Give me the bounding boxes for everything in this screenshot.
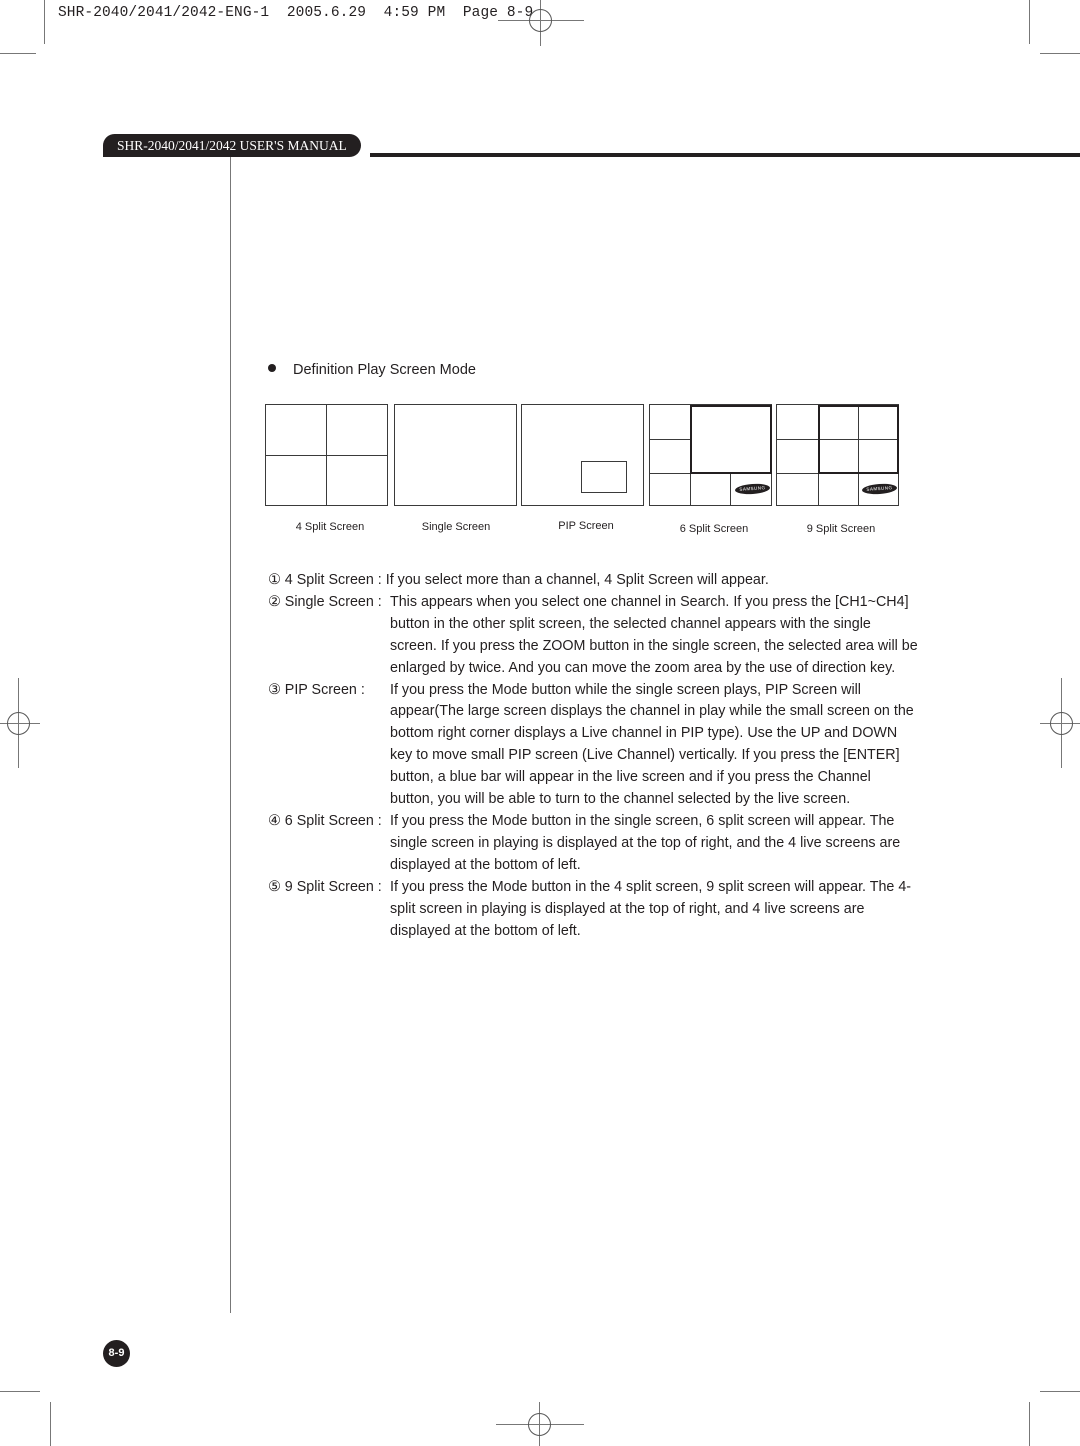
crop-mark-top-right-h	[1040, 53, 1080, 54]
description-label: ③ PIP Screen :	[268, 681, 365, 698]
description-label: ④ 6 Split Screen :	[268, 812, 382, 829]
diagram-caption: Single Screen	[421, 521, 491, 533]
margin-rule	[230, 157, 231, 1313]
registration-mark-left	[0, 678, 40, 768]
section-heading: Definition Play Screen Mode	[268, 362, 476, 378]
description-single: ② Single Screen : This appears when you …	[268, 592, 918, 680]
description-text: If you press the Mode button in the 4 sp…	[390, 878, 912, 939]
samsung-logo: SAMSUNG	[734, 482, 771, 496]
diagram-caption: 6 Split Screen	[679, 523, 749, 535]
description-text: This appears when you select one channel…	[390, 593, 918, 676]
description-text: If you press the Mode button while the s…	[390, 681, 914, 808]
divider	[650, 439, 691, 440]
print-slug: SHR-2040/2041/2042-ENG-1 2005.6.29 4:59 …	[58, 5, 534, 21]
description-text: If you press the Mode button in the sing…	[390, 812, 901, 873]
mode-descriptions: ① 4 Split Screen : If you select more th…	[268, 570, 918, 942]
samsung-logo: SAMSUNG	[861, 482, 898, 496]
diagram-single-screen	[394, 404, 517, 506]
diagram-9-split-screen: SAMSUNG	[776, 404, 899, 506]
diagram-pip-screen	[521, 404, 644, 506]
page-number-badge: 8-9	[103, 1340, 130, 1367]
diagram-caption: 9 Split Screen	[806, 523, 876, 535]
header-rule	[370, 153, 1080, 157]
crop-mark-bottom-left-h	[0, 1391, 40, 1392]
registration-mark-right	[1040, 678, 1080, 768]
pip-window	[581, 461, 627, 493]
registration-mark-top	[498, 0, 584, 46]
description-6-split: ④ 6 Split Screen : If you press the Mode…	[268, 811, 918, 877]
diagram-6-split-screen: SAMSUNG	[649, 404, 772, 506]
diagram-caption: PIP Screen	[558, 520, 614, 532]
description-label: ② Single Screen :	[268, 593, 382, 610]
divider	[266, 455, 387, 456]
crop-mark-bottom-left-v	[50, 1402, 51, 1446]
quad-cell-block	[818, 405, 899, 474]
description-4-split: ① 4 Split Screen : If you select more th…	[268, 570, 918, 592]
crop-mark-top-left-v	[44, 0, 45, 44]
divider	[730, 473, 731, 505]
description-9-split: ⑤ 9 Split Screen : If you press the Mode…	[268, 877, 918, 943]
bullet-icon	[268, 364, 276, 372]
description-text: If you select more than a channel, 4 Spl…	[385, 572, 769, 588]
crop-mark-bottom-right-v	[1029, 1402, 1030, 1446]
manual-title-tab: SHR-2040/2041/2042 USER'S MANUAL	[103, 134, 361, 157]
crop-mark-top-right-v	[1029, 0, 1030, 44]
crop-mark-top-left-h	[0, 53, 36, 54]
description-label: ⑤ 9 Split Screen :	[268, 878, 382, 895]
description-pip: ③ PIP Screen : If you press the Mode but…	[268, 680, 918, 811]
crop-mark-bottom-right-h	[1040, 1391, 1080, 1392]
large-cell	[690, 405, 772, 474]
diagram-caption: 4 Split Screen	[295, 521, 365, 533]
description-label: ① 4 Split Screen :	[268, 572, 382, 588]
diagram-4-split-screen	[265, 404, 388, 506]
registration-mark-bottom	[496, 1402, 584, 1446]
section-title: Definition Play Screen Mode	[293, 362, 476, 378]
